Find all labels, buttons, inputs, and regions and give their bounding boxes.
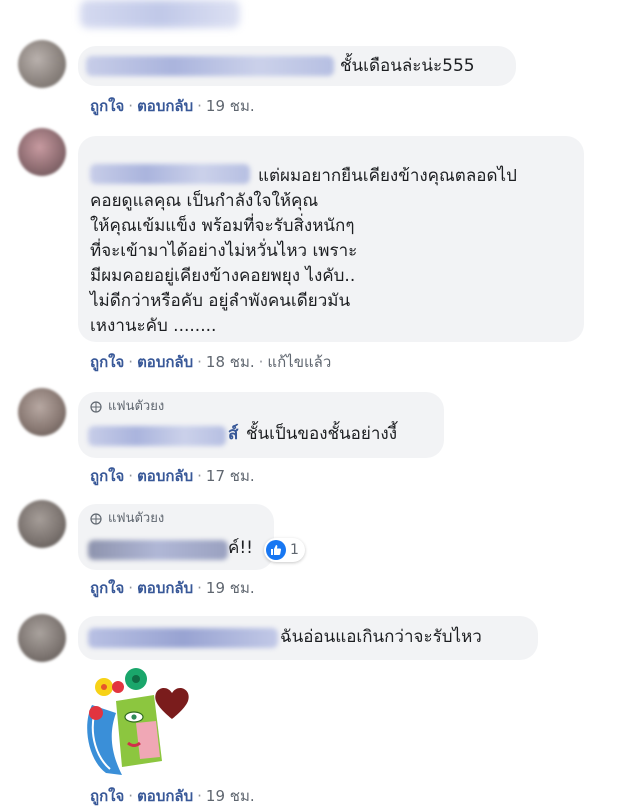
like-link[interactable]: ถูกใจ <box>90 97 124 115</box>
comment-actions: ถูกใจ · ตอบกลับ · 18 ชม. · แก้ไขแล้ว <box>90 353 332 371</box>
comment-actions: ถูกใจ · ตอบกลับ · 19 ชม. <box>90 97 255 115</box>
comment-text: ฉันอ่อนแอเกินกว่าจะรับไหว <box>280 627 482 647</box>
comment-bubble: แฟนตัวยง ส์ ชั้นเป็นของชั้นอย่างงี้ <box>78 392 444 458</box>
blurred-author-name[interactable] <box>88 540 228 560</box>
avatar[interactable] <box>18 614 66 662</box>
comment-actions: ถูกใจ · ตอบกลับ · 17 ชม. <box>90 467 255 485</box>
timestamp[interactable]: 18 ชม. <box>206 353 255 371</box>
blurred-author-name[interactable] <box>88 426 226 446</box>
comment-actions: ถูกใจ · ตอบกลับ · 19 ชม. <box>90 579 255 597</box>
avatar[interactable] <box>18 128 66 176</box>
comment-bubble: ชั้นเดือนล่ะน่ะ555 <box>78 46 516 86</box>
reply-link[interactable]: ตอบกลับ <box>137 353 193 371</box>
reply-link[interactable]: ตอบกลับ <box>137 467 193 485</box>
fan-badge: แฟนตัวยง <box>90 510 164 528</box>
blurred-top-content <box>80 0 240 28</box>
reply-link[interactable]: ตอบกลับ <box>137 579 193 597</box>
avatar[interactable] <box>18 500 66 548</box>
globe-icon <box>90 513 102 525</box>
comment-actions: ถูกใจ · ตอบกลับ · 19 ชม. <box>90 787 255 805</box>
avatar[interactable] <box>18 388 66 436</box>
blurred-author-name[interactable] <box>88 628 278 648</box>
author-name-tail[interactable]: ส์ <box>228 422 238 446</box>
reply-link[interactable]: ตอบกลับ <box>137 787 193 805</box>
timestamp[interactable]: 19 ชม. <box>206 787 255 805</box>
reaction-count: 1 <box>290 542 299 558</box>
comment-text: ชั้นเป็นของชั้นอย่างงี้ <box>246 424 397 444</box>
sticker-image[interactable] <box>82 665 192 777</box>
timestamp[interactable]: 19 ชม. <box>206 97 255 115</box>
like-thumb-icon <box>266 540 286 560</box>
timestamp[interactable]: 17 ชม. <box>206 467 255 485</box>
comment-text: ชั้นเดือนล่ะน่ะ555 <box>340 56 475 76</box>
avatar[interactable] <box>18 40 66 88</box>
timestamp[interactable]: 19 ชม. <box>206 579 255 597</box>
edited-label[interactable]: แก้ไขแล้ว <box>267 353 331 371</box>
comment-bubble: แต่ผมอยากยืนเคียงข้างคุณตลอดไป คอยดูแลคุ… <box>78 136 584 342</box>
comment-text: แต่ผมอยากยืนเคียงข้างคุณตลอดไป คอยดูแลคุ… <box>90 166 517 336</box>
like-link[interactable]: ถูกใจ <box>90 467 124 485</box>
comment-text: ค์!! <box>228 538 254 558</box>
fan-badge: แฟนตัวยง <box>90 398 164 416</box>
comment-bubble: แฟนตัวยง ค์!! <box>78 504 274 570</box>
like-link[interactable]: ถูกใจ <box>90 579 124 597</box>
like-link[interactable]: ถูกใจ <box>90 787 124 805</box>
reply-link[interactable]: ตอบกลับ <box>137 97 193 115</box>
like-link[interactable]: ถูกใจ <box>90 353 124 371</box>
comment-bubble: ฉันอ่อนแอเกินกว่าจะรับไหว <box>78 616 538 660</box>
globe-icon <box>90 401 102 413</box>
blurred-author-name[interactable] <box>86 56 334 76</box>
fan-badge-label: แฟนตัวยง <box>108 511 165 526</box>
reaction-count-badge[interactable]: 1 <box>264 538 305 562</box>
fan-badge-label: แฟนตัวยง <box>108 399 165 414</box>
